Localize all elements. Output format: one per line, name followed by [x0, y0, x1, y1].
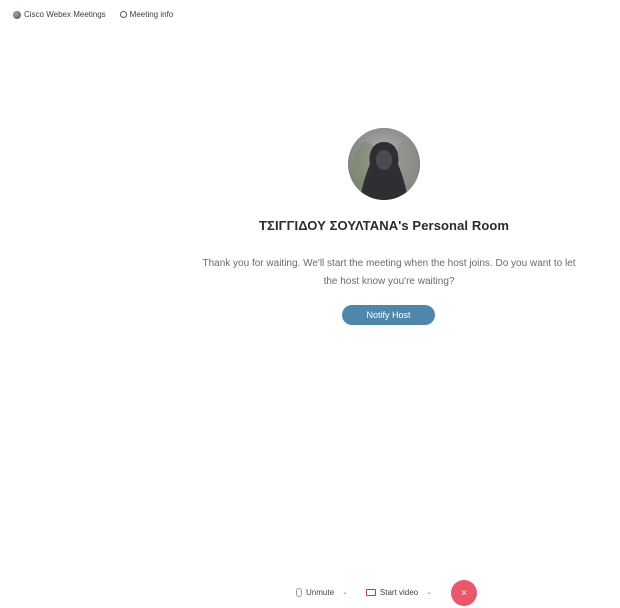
- notify-host-button[interactable]: Notify Host: [342, 305, 435, 325]
- leave-meeting-button[interactable]: ×: [451, 580, 477, 606]
- room-title: ΤΣΙΓΓΙΔΟΥ ΣΟΥΛΤΑΝΑ's Personal Room: [259, 218, 510, 233]
- webex-waiting-room: Cisco Webex Meetings Meeting info ΤΣΙΓΓΙ…: [0, 0, 620, 608]
- close-icon: ×: [461, 587, 467, 599]
- video-options-chevron-icon[interactable]: ⌄: [426, 588, 432, 596]
- unmute-label: Unmute: [306, 587, 335, 597]
- audio-options-chevron-icon[interactable]: ⌄: [342, 588, 348, 596]
- meeting-info-label: Meeting info: [129, 10, 174, 19]
- top-bar: Cisco Webex Meetings Meeting info: [13, 10, 173, 19]
- meeting-info-button[interactable]: Meeting info: [119, 10, 174, 19]
- unmute-button[interactable]: Unmute: [296, 587, 335, 597]
- info-circle-icon: [119, 11, 127, 18]
- start-video-label: Start video: [379, 587, 419, 597]
- video-camera-icon: [365, 588, 376, 596]
- app-menu[interactable]: Cisco Webex Meetings: [13, 10, 106, 19]
- meeting-controls: Unmute ⌄ Start video ⌄: [296, 580, 432, 604]
- app-label: Cisco Webex Meetings: [24, 10, 106, 19]
- microphone-icon: [296, 587, 302, 597]
- host-avatar: [348, 128, 420, 200]
- webex-globe-icon: [13, 10, 21, 19]
- start-video-button[interactable]: Start video: [365, 587, 419, 597]
- waiting-message: Thank you for waiting. We'll start the m…: [202, 258, 576, 287]
- host-avatar-image: [348, 128, 420, 200]
